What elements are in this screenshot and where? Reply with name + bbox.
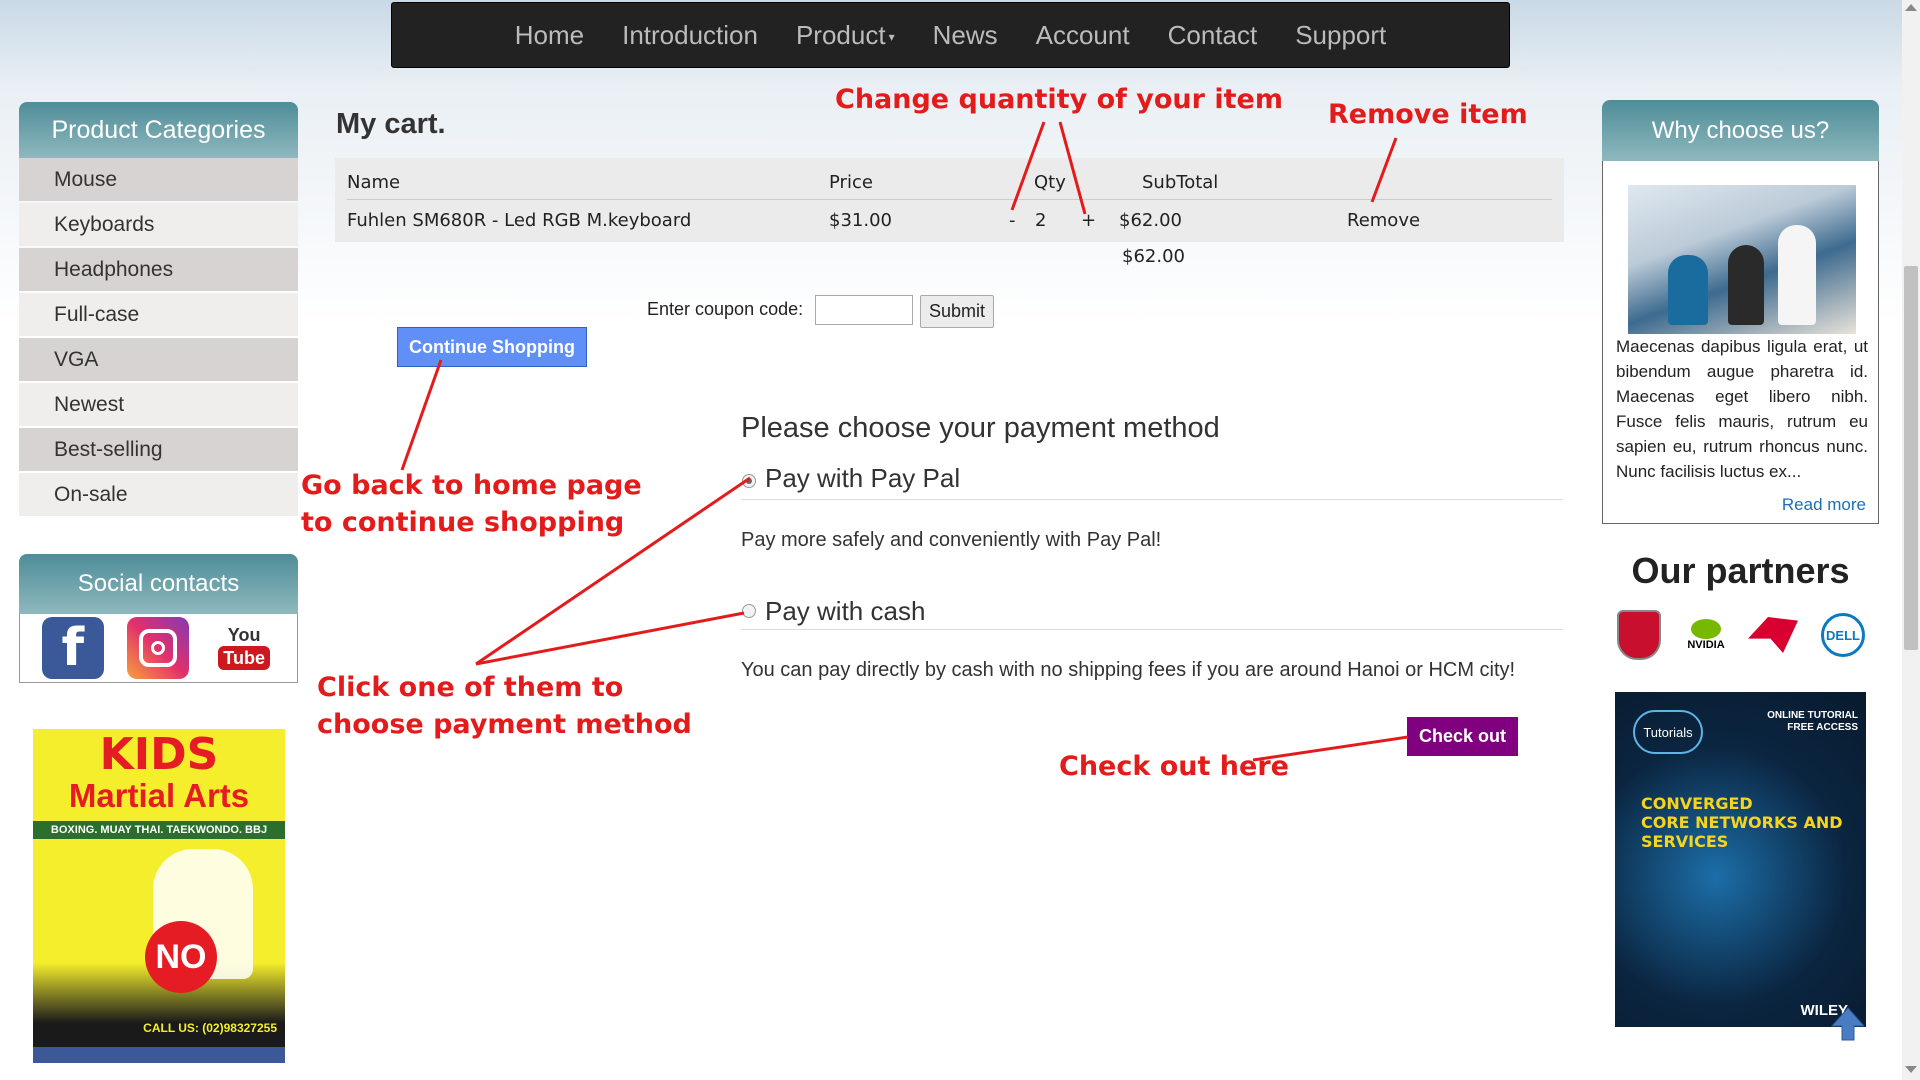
tutorial-ad-title: CONVERGED CORE NETWORKS AND SERVICES: [1641, 794, 1843, 851]
kids-martial-arts-ad[interactable]: KIDS Martial Arts BOXING. MUAY THAI. TAE…: [33, 729, 285, 1063]
nvidia-logo-text: NVIDIA: [1687, 639, 1725, 651]
top-navbar: Home Introduction Product ▾ News Account …: [391, 2, 1510, 68]
scroll-up-arrow-icon[interactable]: [1905, 4, 1917, 11]
arrow-to-continue: [400, 359, 443, 471]
category-best-selling[interactable]: Best-selling: [19, 428, 298, 471]
scroll-down-arrow-icon[interactable]: [1905, 1066, 1917, 1073]
cash-divider: [741, 629, 1563, 630]
nav-product-label: Product: [795, 19, 886, 50]
msi-logo[interactable]: [1613, 610, 1665, 660]
qty-decrease-button[interactable]: -: [1009, 208, 1016, 234]
annotation-remove: Remove item: [1328, 99, 1528, 130]
table-divider: [347, 199, 1552, 200]
annotation-home-line2: to continue shopping: [301, 507, 625, 538]
arrow-to-paypal: [475, 476, 751, 666]
cart-total: $62.00: [1122, 246, 1185, 267]
cash-option-label[interactable]: Pay with cash: [765, 596, 925, 627]
nav-news[interactable]: News: [914, 20, 1017, 51]
remove-item-link[interactable]: Remove: [1347, 208, 1420, 234]
product-categories-panel: Product Categories Mouse Keyboards Headp…: [19, 102, 298, 518]
online-tutorial-ad[interactable]: Tutorials ONLINE TUTORIAL FREE ACCESS CO…: [1615, 692, 1866, 1027]
coupon-submit-button[interactable]: Submit: [920, 295, 994, 328]
nav-account[interactable]: Account: [1017, 20, 1149, 51]
why-choose-us-title: Why choose us?: [1602, 100, 1879, 161]
col-header-price: Price: [829, 172, 873, 193]
youtube-you-text: You: [227, 625, 261, 645]
paypal-description: Pay more safely and conveniently with Pa…: [741, 529, 1162, 551]
checkout-button[interactable]: Check out: [1407, 717, 1518, 756]
cart-table: Name Price Qty SubTotal Fuhlen SM680R - …: [335, 158, 1564, 242]
ad-martial-arts-title: Martial Arts: [68, 777, 250, 814]
continue-shopping-button[interactable]: Continue Shopping: [397, 327, 587, 367]
ad-kids-title: KIDS: [99, 729, 219, 780]
nav-contact[interactable]: Contact: [1149, 20, 1277, 51]
ad-no-fee-badge: NO: [145, 921, 217, 993]
category-headphones[interactable]: Headphones: [19, 248, 298, 291]
nav-introduction[interactable]: Introduction: [603, 20, 777, 51]
item-price: $31.00: [829, 210, 892, 231]
why-choose-us-panel: Why choose us? Maecenas dapibus ligula e…: [1602, 100, 1879, 524]
payment-method-title: Please choose your payment method: [741, 412, 1220, 444]
social-contacts-title: Social contacts: [19, 554, 298, 614]
read-more-link[interactable]: Read more: [1782, 495, 1866, 515]
annotation-quantity: Change quantity of your item: [835, 84, 1283, 115]
cash-radio[interactable]: [742, 604, 756, 618]
col-header-qty: Qty: [1034, 172, 1066, 193]
paypal-option-label[interactable]: Pay with Pay Pal: [765, 463, 960, 494]
youtube-icon[interactable]: You Tube: [213, 617, 276, 679]
dell-logo[interactable]: DELL: [1817, 611, 1869, 659]
tutorials-now-logo: Tutorials: [1633, 710, 1703, 754]
qty-increase-button[interactable]: +: [1081, 208, 1096, 234]
item-qty: 2: [1035, 210, 1047, 231]
category-newest[interactable]: Newest: [19, 383, 298, 426]
coupon-label: Enter coupon code:: [647, 299, 804, 319]
cash-description: You can pay directly by cash with no shi…: [741, 659, 1516, 681]
nav-support[interactable]: Support: [1276, 20, 1405, 51]
nav-home[interactable]: Home: [496, 20, 603, 51]
annotation-pay-line2: choose payment method: [317, 709, 692, 740]
nav-product[interactable]: Product ▾: [777, 20, 914, 51]
paypal-radio[interactable]: [742, 474, 756, 488]
item-name: Fuhlen SM680R - Led RGB M.keyboard: [347, 210, 692, 231]
facebook-icon[interactable]: f: [41, 617, 104, 679]
coupon-input[interactable]: [815, 295, 913, 325]
arrow-to-cash: [475, 611, 745, 666]
ad-facebook-bar: [33, 1047, 285, 1063]
category-mouse[interactable]: Mouse: [19, 158, 298, 201]
caret-down-icon: ▾: [888, 29, 895, 44]
category-full-case[interactable]: Full-case: [19, 293, 298, 336]
product-categories-title: Product Categories: [19, 102, 298, 158]
partners-title: Our partners: [1631, 550, 1850, 591]
why-choose-us-text: Maecenas dapibus ligula erat, ut bibendu…: [1616, 337, 1868, 481]
youtube-tube-text: Tube: [218, 646, 270, 670]
ad-disciplines: BOXING. MUAY THAI. TAEKWONDO. BBJ: [33, 821, 285, 839]
category-on-sale[interactable]: On-sale: [19, 473, 298, 516]
customers-photo: [1628, 185, 1856, 334]
instagram-icon[interactable]: [127, 617, 190, 679]
ad-phone: CALL US: (02)98327255: [143, 1021, 277, 1035]
col-header-subtotal: SubTotal: [1142, 172, 1219, 193]
tutorial-ad-heading: ONLINE TUTORIAL FREE ACCESS: [1767, 710, 1858, 733]
annotation-checkout: Check out here: [1059, 751, 1289, 782]
category-vga[interactable]: VGA: [19, 338, 298, 381]
scrollbar-thumb[interactable]: [1904, 266, 1918, 650]
item-subtotal: $62.00: [1119, 210, 1182, 231]
rog-logo[interactable]: [1747, 611, 1799, 659]
annotation-home-line1: Go back to home page: [301, 470, 642, 501]
page-title: My cart.: [336, 108, 446, 140]
col-header-name: Name: [347, 172, 401, 193]
back-to-top-icon[interactable]: [1830, 1006, 1866, 1042]
annotation-pay-line1: Click one of them to: [317, 672, 624, 703]
social-contacts-panel: Social contacts f You Tube: [19, 554, 298, 683]
category-keyboards[interactable]: Keyboards: [19, 203, 298, 246]
paypal-divider: [741, 499, 1563, 500]
nvidia-logo[interactable]: NVIDIA: [1680, 611, 1732, 659]
